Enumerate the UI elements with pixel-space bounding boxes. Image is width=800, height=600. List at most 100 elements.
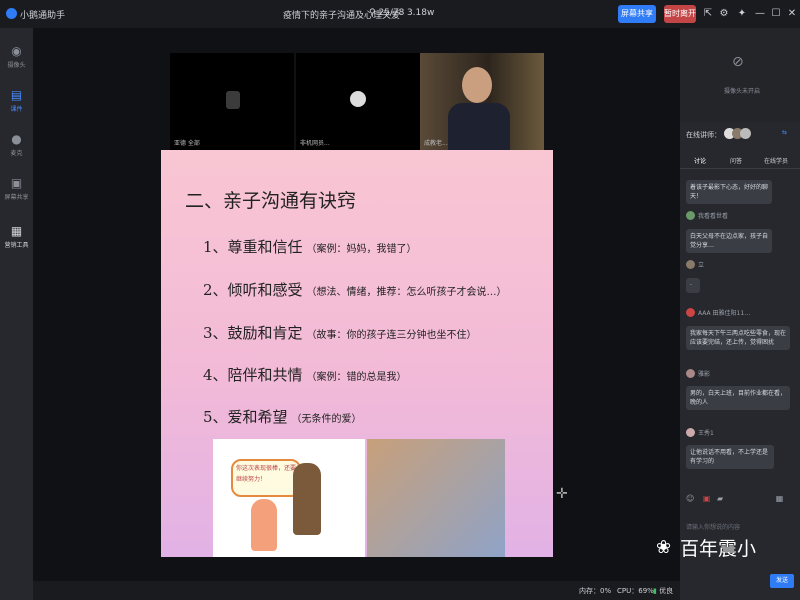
courseware-slide: 二、亲子沟通有诀窍 1、尊重和信任 （案例：妈妈，我错了） 2、倾听和感受 （想法、…: [161, 150, 553, 557]
slide-item-main: 1、尊重和信任: [203, 238, 303, 256]
courseware-icon: ▤: [10, 88, 23, 102]
cartoon-illustration: 你这次表现很棒，还要继续努力！: [213, 439, 365, 557]
slide-item-note: （故事：你的孩子连三分钟也坐不住）: [306, 330, 477, 341]
avatar: [350, 91, 366, 107]
slide-item-main: 5、爱和希望: [203, 408, 288, 426]
slide-item: 3、鼓励和肯定 （故事：你的孩子连三分钟也坐不住）: [203, 322, 477, 343]
tab-discussion[interactable]: 讨论: [694, 156, 706, 165]
slide-title: 二、亲子沟通有诀窍: [185, 190, 357, 212]
chat-message-bubble: 让他说话不用看，不上学还是有学习的: [686, 445, 774, 469]
video-tile[interactable]: 亚德 全部: [170, 53, 294, 150]
right-panel: ⊘ 摄像头未开启 在线讲师： ⇆ 讨论 问答 在线学员 着该子最影下心态，好好的…: [680, 28, 800, 600]
camera-off-panel: ⊘ 摄像头未开启: [680, 28, 800, 122]
like-count: ♡ 3.18w: [396, 8, 434, 18]
chat-toolbar: ☺ ▣ ▰ ▦: [686, 494, 783, 503]
folder-icon[interactable]: ▰: [717, 494, 723, 503]
avatar: [686, 211, 695, 220]
close-icon[interactable]: ✕: [786, 8, 798, 19]
mic-icon: ●: [11, 132, 22, 146]
chat-message-header: AAA 田雅佳阳11…: [686, 308, 750, 317]
slide-item: 1、尊重和信任 （案例：妈妈，我错了）: [203, 236, 417, 257]
send-button[interactable]: 发送: [770, 574, 794, 588]
like-icon: ♡: [396, 8, 407, 18]
chat-message-bubble: 男的，白天上班，目前作业都在看，晚的人: [686, 386, 790, 410]
sidebar-item-camera[interactable]: ◉ 摄像头: [0, 36, 33, 80]
avatar: [686, 260, 695, 269]
expand-icon[interactable]: ⇆: [782, 129, 787, 136]
sidebar-item-label: 摄像头: [7, 62, 26, 69]
status-bar: 内存：0% CPU：69% ▮ 优良: [33, 581, 680, 600]
slide-item-note: （无条件的爱）: [291, 414, 362, 425]
sidebar-item-marketing-tools[interactable]: ▦ 营销工具: [0, 216, 33, 260]
video-tile-name: 亚德 全部: [174, 140, 200, 147]
chat-message-header: 雅影: [686, 369, 710, 378]
slide-item-main: 3、鼓励和肯定: [203, 324, 303, 342]
chat-message-bubble: ·: [686, 278, 700, 293]
slide-item-note: （案例：错的总是我）: [306, 372, 407, 383]
crosshair-cursor-icon: ✛: [556, 486, 568, 502]
maximize-icon[interactable]: ☐: [770, 8, 782, 19]
avatar: [686, 428, 695, 437]
speech-bubble: 你这次表现很棒，还要继续努力！: [231, 459, 301, 497]
pin-icon[interactable]: ✦: [736, 8, 748, 19]
slide-item: 2、倾听和感受 （想法、情绪，推荐：怎么听孩子才会说…）: [203, 279, 507, 300]
screen-share-button[interactable]: 屏幕共享: [618, 5, 656, 23]
chat-input[interactable]: 请输入你想说的内容: [686, 522, 740, 531]
sidebar-item-label: 麦克: [10, 150, 23, 157]
tab-qa[interactable]: 问答: [730, 156, 742, 165]
export-icon[interactable]: ⇱: [702, 8, 714, 19]
slide-item: 5、爱和希望 （无条件的爱）: [203, 406, 362, 427]
speaker-face: [462, 67, 492, 103]
network-status: ▮ 优良: [653, 587, 674, 595]
avatar[interactable]: [740, 128, 751, 139]
chat-message-header: 王秀1: [686, 428, 714, 437]
photo-illustration: [367, 439, 505, 557]
watermark-text: 百年震小: [680, 538, 757, 560]
avatar: [686, 308, 695, 317]
chat-message-bubble: 着该子最影下心态，好好的聊天！: [686, 180, 772, 204]
online-teachers-label: 在线讲师：: [686, 131, 721, 139]
cpu-status: CPU：69%: [617, 587, 654, 595]
sidebar-item-label: 屏幕共享: [4, 194, 29, 201]
grid-icon[interactable]: ▦: [776, 494, 784, 503]
sidebar-item-courseware[interactable]: ▤ 课件: [0, 80, 33, 124]
app-logo-icon: [6, 8, 17, 19]
main-stage: 亚德 全部 非机网员... 成教老... 二、亲子沟通有诀窍 1、尊重和信任 （案…: [33, 28, 680, 581]
sidebar-item-label: 营销工具: [4, 242, 29, 249]
slide-item: 4、陪伴和共情 （案例：错的总是我）: [203, 364, 407, 385]
tab-online-students[interactable]: 在线学员: [764, 156, 788, 165]
speaker-body: [448, 103, 510, 150]
chat-message-header: 我看看世看: [686, 211, 728, 220]
avatar: [226, 91, 240, 109]
marketing-tools-icon: ▦: [10, 224, 23, 238]
video-tile[interactable]: 非机网员...: [296, 53, 420, 150]
speaker-video-tile[interactable]: 成教老...: [420, 53, 544, 150]
video-tile-name: 非机网员...: [300, 140, 330, 147]
gift-icon[interactable]: ▣: [703, 494, 711, 503]
camera-off-icon: ⊘: [732, 54, 744, 70]
like-count-value: 3.18w: [406, 8, 435, 18]
slide-item-main: 2、倾听和感受: [203, 281, 303, 299]
chat-message-header: 立: [686, 260, 704, 269]
chat-message-bubble: 我家每天下午三两点吃些零食，现在应该要完结，还上传，觉得困扰: [686, 326, 790, 350]
sidebar-item-screen-share[interactable]: ▣ 屏幕共享: [0, 168, 33, 212]
sidebar-item-mic[interactable]: ● 麦克: [0, 124, 33, 168]
wechat-watermark-icon: ❀: [656, 537, 672, 558]
slide-item-note: （案例：妈妈，我错了）: [306, 244, 417, 255]
camera-off-label: 摄像头未开启: [724, 88, 761, 95]
video-tile-name: 成教老...: [424, 140, 448, 147]
chat-message-bubble: 白天父母不在边点家，孩子自觉分享…: [686, 229, 772, 253]
slide-item-note: （想法、情绪，推荐：怎么听孩子才会说…）: [306, 287, 507, 298]
emoji-icon[interactable]: ☺: [686, 494, 694, 503]
settings-icon[interactable]: ⚙: [718, 8, 730, 19]
boy-figure: [293, 463, 321, 535]
title-bar: 小鹅通助手 疫情下的亲子沟通及心理关爱 ⚲ 25/78 ♡ 3.18w 屏幕共享…: [0, 0, 800, 29]
chat-tabs: 讨论 问答 在线学员: [680, 152, 800, 169]
app-name: 小鹅通助手: [20, 11, 66, 21]
screen-share-icon: ▣: [10, 176, 23, 190]
leave-button[interactable]: 暂时离开: [664, 5, 696, 23]
slide-item-main: 4、陪伴和共情: [203, 366, 303, 384]
minimize-icon[interactable]: —: [754, 8, 766, 19]
sidebar-item-label: 课件: [10, 106, 23, 113]
left-sidebar: ◉ 摄像头 ▤ 课件 ● 麦克 ▣ 屏幕共享 ▦ 营销工具: [0, 28, 33, 600]
